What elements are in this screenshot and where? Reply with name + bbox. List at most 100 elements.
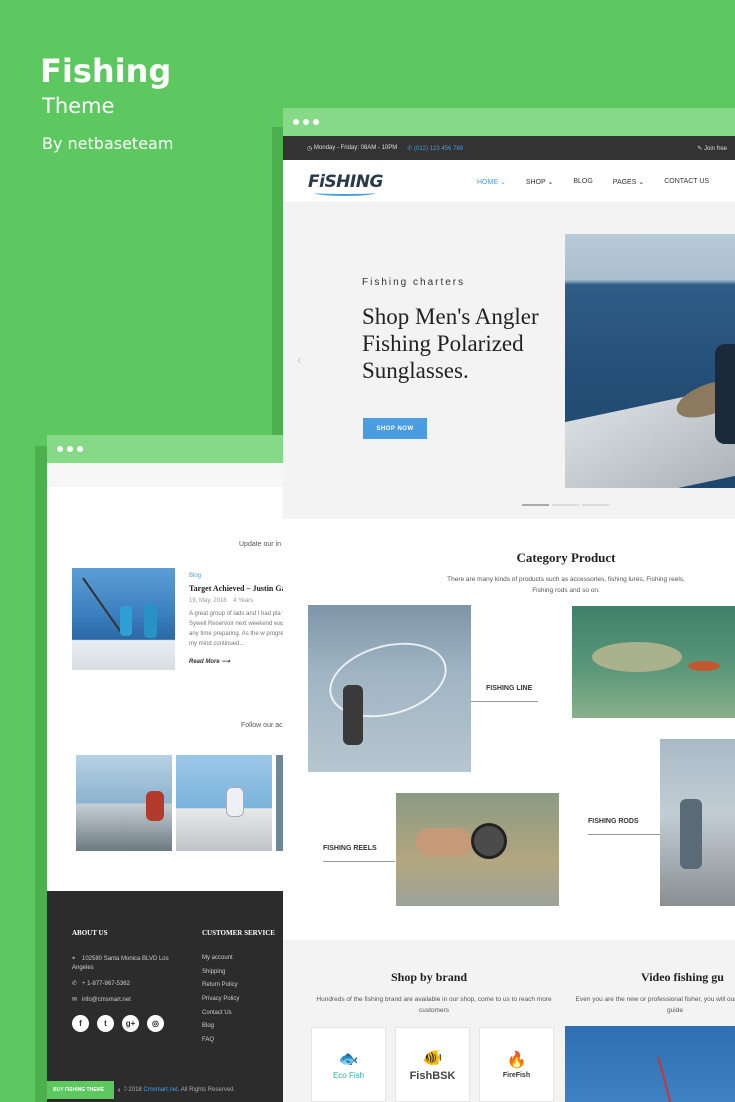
fishing-rods-image[interactable]: [660, 739, 735, 906]
window-dot: [313, 119, 319, 125]
social-links: f t g+ ◎: [72, 1015, 164, 1032]
join-free-link[interactable]: ✎ Join free: [697, 145, 727, 152]
fishing-line-label[interactable]: FISHING LINE: [486, 685, 532, 692]
fish-icon: 🐟: [338, 1051, 359, 1068]
blog-date: 19, May, 2018: [189, 598, 227, 604]
promo-title: Fishing: [40, 52, 172, 90]
chevron-left-icon[interactable]: ‹: [297, 351, 302, 367]
footer-link-privacy-policy[interactable]: Privacy Policy: [202, 996, 239, 1010]
blog-category[interactable]: Blog: [189, 573, 201, 579]
brand-card[interactable]: 🐠 FishBSK: [395, 1027, 470, 1102]
back-browser-window: Update our in Blog Target Achieved – Jus…: [47, 435, 287, 1102]
topbar-phone[interactable]: ✆ (012) 123 456 789: [407, 145, 463, 152]
main-nav: HOME ⌄ SHOP ⌄ BLOG PAGES ⌄ CONTACT US: [477, 178, 729, 186]
label-rule: [588, 834, 660, 835]
clock-icon: ◷: [307, 145, 314, 152]
footer-phone[interactable]: ✆ + 1-877-967-5362: [72, 980, 130, 987]
brand-card[interactable]: 🐟 Eco Fish: [311, 1027, 386, 1102]
arrow-right-icon: ⟶: [221, 659, 230, 665]
brands-heading: Shop by brand: [391, 970, 468, 984]
nav-item-blog[interactable]: BLOG: [573, 178, 592, 186]
slider-dot[interactable]: [582, 504, 609, 506]
footer-link-faq[interactable]: FAQ: [202, 1037, 239, 1051]
nav-item-pages[interactable]: PAGES ⌄: [613, 178, 644, 186]
footer-address: ⌖ 102580 Santa Monica BLVD Los Angeles: [72, 956, 169, 971]
window-dot: [57, 446, 63, 452]
category-heading: Category Product: [516, 550, 616, 565]
nav-item-home[interactable]: HOME ⌄: [477, 178, 506, 186]
section-strip: [47, 463, 287, 487]
footer-link-my-account[interactable]: My account: [202, 955, 239, 969]
site-topbar: ◷ Monday - Friday: 08AM - 10PM ✆ (012) 1…: [283, 136, 735, 160]
twitter-icon[interactable]: t: [97, 1015, 114, 1032]
hero-kicker: Fishing charters: [362, 277, 466, 288]
video-thumbnail[interactable]: [565, 1026, 735, 1102]
footer-link-shipping[interactable]: Shipping: [202, 969, 239, 983]
instagram-icon[interactable]: ◎: [147, 1015, 164, 1032]
instagram-photo[interactable]: [176, 755, 272, 851]
update-heading: Update our in: [239, 541, 282, 548]
footer-link-contact-us[interactable]: Contact Us: [202, 1010, 239, 1024]
footer-email[interactable]: ✉ info@cmsmart.net: [72, 996, 131, 1003]
footer-service-links: My account Shipping Return Policy Privac…: [202, 955, 239, 1051]
chevron-left-icon[interactable]: ‹: [114, 1081, 124, 1099]
facebook-icon[interactable]: f: [72, 1015, 89, 1032]
promo-byline: By netbaseteam: [42, 134, 174, 153]
fish-icon: 🐠: [422, 1049, 443, 1067]
window-dot: [303, 119, 309, 125]
fishing-reels-image[interactable]: [396, 793, 559, 906]
copyright-text: t © 2018 Cmsmart.net. All Rights Reserve…: [119, 1087, 236, 1093]
google-plus-icon[interactable]: g+: [122, 1015, 139, 1032]
brand-name: FishBSK: [409, 1069, 456, 1082]
shop-now-button[interactable]: SHOP NOW: [363, 418, 427, 439]
blog-excerpt: A great group of lads and I had pla to S…: [189, 611, 287, 647]
hero-image: [565, 234, 735, 488]
video-description: Even you are the new or professional fis…: [575, 996, 735, 1014]
blog-post-meta: 19, May, 2018 4 Years: [189, 598, 253, 604]
brand-name: FireFish: [502, 1072, 531, 1079]
business-hours: Monday - Friday: 08AM - 10PM: [313, 145, 398, 151]
footer-link-blog[interactable]: Blog: [202, 1023, 239, 1037]
slider-dot[interactable]: [522, 504, 549, 506]
blog-age: 4 Years: [233, 598, 254, 604]
footer-about-heading: ABOUT US: [72, 929, 108, 937]
instagram-photo[interactable]: [76, 755, 172, 851]
category-description: There are many kinds of products such as…: [447, 576, 685, 594]
fishing-rods-label[interactable]: FISHING RODS: [588, 818, 639, 825]
hero-slider: ‹ Fishing charters Shop Men's Angler Fis…: [283, 203, 735, 519]
fishing-lure-image[interactable]: [572, 606, 735, 718]
fishing-reels-label[interactable]: FISHING REELS: [323, 845, 377, 852]
window-dot: [77, 446, 83, 452]
buy-theme-button[interactable]: BUY FISHING THEME: [47, 1081, 114, 1099]
read-more-link[interactable]: Read More ⟶: [189, 658, 230, 665]
blog-post-image[interactable]: [72, 568, 175, 670]
front-browser-window: ◷ Monday - Friday: 08AM - 10PM ✆ (012) 1…: [283, 108, 735, 1102]
logo-swoosh: [315, 190, 375, 196]
pencil-icon: ✎: [697, 145, 704, 152]
copyright-link[interactable]: Cmsmart.net: [143, 1087, 177, 1093]
footer-service-heading: CUSTOMER SERVICE: [202, 929, 275, 937]
window-dot: [67, 446, 73, 452]
footer-link-return-policy[interactable]: Return Policy: [202, 982, 239, 996]
slider-dot[interactable]: [552, 504, 579, 506]
site-logo[interactable]: FiSHING: [308, 172, 383, 192]
brand-name: Eco Fish: [332, 1071, 365, 1080]
label-rule: [471, 701, 538, 702]
brands-section: Shop by brand Hundreds of the fishing br…: [283, 940, 735, 1102]
window-shadow: [35, 446, 47, 1102]
fire-icon: 🔥: [506, 1052, 527, 1069]
hero-title: Shop Men's Angler Fishing Polarized Sung…: [362, 304, 539, 383]
phone-icon: ✆: [72, 981, 78, 987]
nav-item-contact[interactable]: CONTACT US: [664, 178, 709, 186]
fishing-line-image[interactable]: [308, 605, 471, 772]
follow-heading: Follow our ac: [241, 722, 283, 729]
label-rule: [323, 861, 395, 862]
brands-description: Hundreds of the fishing brand are availa…: [316, 996, 552, 1014]
promo-subtitle: Theme: [42, 94, 115, 118]
nav-item-shop[interactable]: SHOP ⌄: [526, 178, 554, 186]
window-titlebar: [47, 435, 287, 463]
site-footer: ABOUT US ⌖ 102580 Santa Monica BLVD Los A…: [47, 891, 287, 1102]
brand-card[interactable]: 🔥 FireFish: [479, 1027, 554, 1102]
blog-post-title[interactable]: Target Achieved – Justin Ga: [189, 584, 286, 593]
window-titlebar: [283, 108, 735, 136]
